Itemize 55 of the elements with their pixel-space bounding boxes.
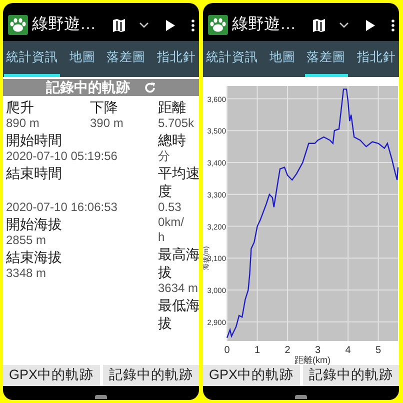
chevron-down-icon[interactable] bbox=[339, 21, 349, 29]
stat-value: 0.53 bbox=[158, 200, 182, 215]
stat-label: 下降 bbox=[90, 98, 119, 116]
tab[interactable]: 地圖 bbox=[267, 41, 298, 77]
track-button[interactable]: GPX中的軌跡 bbox=[3, 365, 100, 386]
x-tick-label: 2 bbox=[284, 345, 290, 356]
stat-label: 開始海拔 bbox=[6, 215, 63, 233]
more-icon[interactable] bbox=[191, 18, 195, 32]
refresh-icon[interactable] bbox=[144, 82, 156, 94]
chevron-down-icon[interactable] bbox=[139, 21, 149, 29]
stat-label: 爬升 bbox=[6, 98, 35, 116]
tab[interactable]: 落差圖 bbox=[104, 41, 148, 77]
stat-value: 3348 m bbox=[6, 266, 48, 281]
stat-value: 390 m bbox=[90, 116, 124, 131]
tab[interactable]: 指北針 bbox=[154, 41, 198, 77]
stat-value: 5.705k bbox=[158, 116, 196, 131]
map-icon[interactable] bbox=[313, 18, 325, 32]
x-tick-label: 4 bbox=[345, 345, 351, 356]
tab[interactable]: 統計資訊 bbox=[204, 41, 260, 77]
app-title: 綠野遊… bbox=[232, 15, 296, 35]
stat-value: 0km/ bbox=[158, 215, 186, 230]
stat-label: 結束時間 bbox=[6, 164, 63, 182]
more-icon[interactable] bbox=[391, 18, 395, 32]
stat-value: 2855 m bbox=[6, 233, 48, 248]
home-handle[interactable] bbox=[95, 395, 107, 399]
play-icon[interactable] bbox=[365, 20, 375, 30]
x-tick-label: 5 bbox=[376, 345, 382, 356]
track-button[interactable]: 記錄中的軌跡 bbox=[102, 365, 199, 386]
x-tick-label: 3 bbox=[315, 345, 321, 356]
stat-value: 2020-07-10 16:06:53 bbox=[6, 200, 118, 215]
track-button[interactable]: GPX中的軌跡 bbox=[203, 365, 300, 386]
stat-value: 3634 m bbox=[158, 281, 199, 296]
tab[interactable]: 地圖 bbox=[67, 41, 98, 77]
stat-label: 結束海拔 bbox=[6, 248, 63, 266]
app-title: 綠野遊… bbox=[32, 15, 96, 35]
stat-label: 平均速度 bbox=[158, 164, 199, 200]
play-icon[interactable] bbox=[165, 20, 175, 30]
tab[interactable]: 落差圖 bbox=[304, 41, 348, 77]
paw-icon bbox=[208, 15, 228, 35]
stat-value: 分 bbox=[158, 149, 171, 164]
x-axis-title: 距離(km) bbox=[294, 355, 330, 365]
x-tick-label: 0 bbox=[224, 345, 230, 356]
map-icon[interactable] bbox=[113, 18, 125, 32]
stat-label: 開始時間 bbox=[6, 131, 63, 149]
stat-value: h bbox=[158, 230, 166, 245]
stat-label: 距離 bbox=[158, 98, 187, 116]
stat-value: 890 m bbox=[6, 116, 40, 131]
paw-icon bbox=[8, 15, 28, 35]
x-tick-label: 1 bbox=[254, 345, 260, 356]
stat-label: 總時 bbox=[158, 131, 187, 149]
track-button[interactable]: 記錄中的軌跡 bbox=[302, 365, 399, 386]
home-handle[interactable] bbox=[295, 395, 307, 399]
section-title: 記錄中的軌跡 bbox=[46, 78, 130, 97]
stat-value: 2020-07-10 05:19:56 bbox=[6, 149, 118, 164]
tab[interactable]: 指北針 bbox=[354, 41, 398, 77]
